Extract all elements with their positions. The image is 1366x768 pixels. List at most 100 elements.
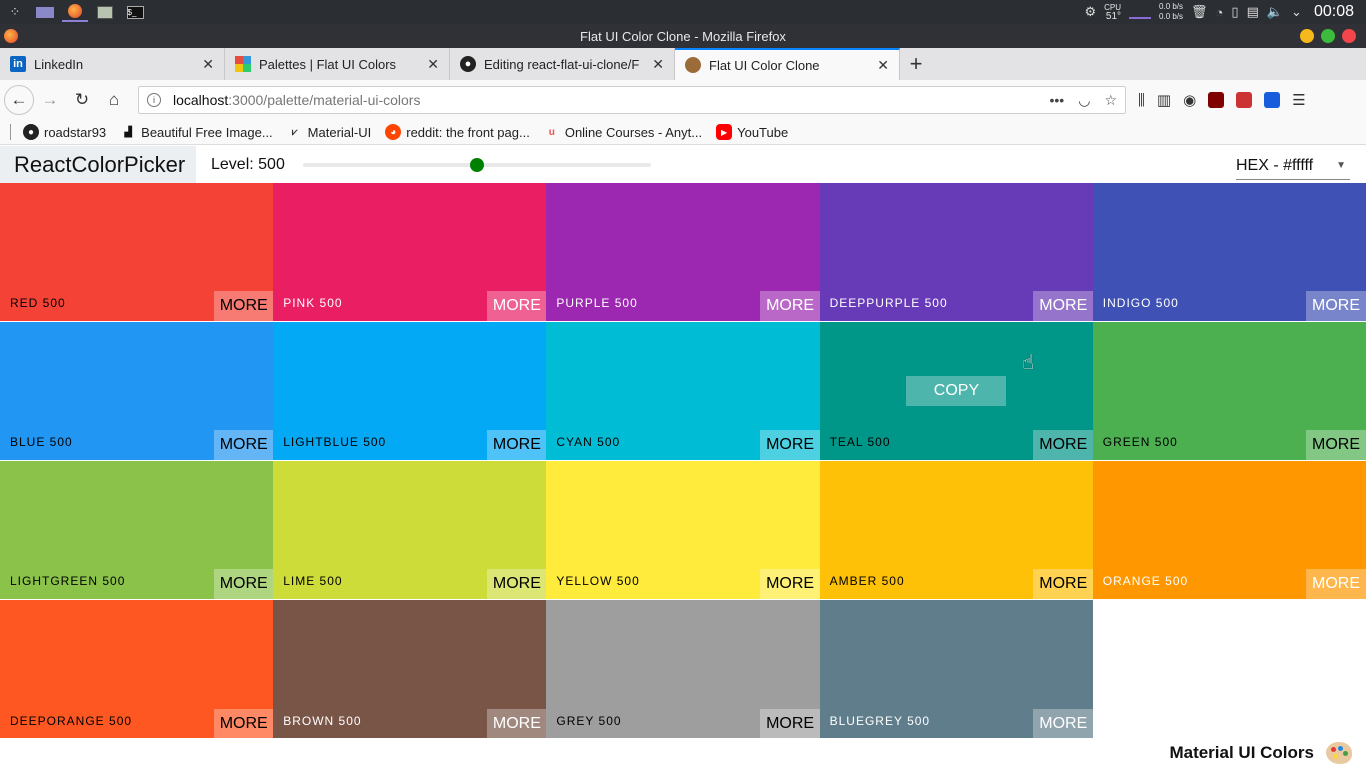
bookmark-label: YouTube (737, 124, 789, 140)
color-box[interactable]: GREY 500 MORE (546, 600, 821, 739)
chevron-down-icon[interactable]: ⌄ (1291, 4, 1302, 20)
maximize-button[interactable] (1321, 29, 1335, 43)
more-button[interactable]: MORE (760, 709, 821, 739)
format-select[interactable]: HEX - #fffff ▼ (1236, 152, 1350, 180)
workspace-icon[interactable] (32, 2, 58, 22)
menu-icon[interactable]: ☰ (1292, 91, 1305, 109)
copy-button[interactable]: COPY (906, 376, 1007, 406)
color-box[interactable]: DEEPPURPLE 500 MORE (819, 183, 1094, 321)
forward-button[interactable]: → (34, 84, 66, 116)
close-icon[interactable]: ✕ (427, 56, 439, 73)
more-button[interactable]: MORE (1033, 430, 1094, 460)
more-button[interactable]: MORE (486, 430, 547, 460)
net-up: 0.0 b/s (1159, 12, 1184, 21)
reload-button[interactable]: ↻ (66, 84, 98, 116)
color-box[interactable]: INDIGO 500 MORE (1092, 183, 1366, 321)
bookmarks-separator (10, 124, 11, 140)
more-button[interactable]: MORE (213, 430, 274, 460)
home-button[interactable]: ⌂ (98, 84, 130, 116)
navigation-toolbar: ← → ↻ ⌂ i localhost:3000/palette/materia… (0, 80, 1366, 120)
more-button[interactable]: MORE (1305, 291, 1366, 321)
tab-flatui-palettes[interactable]: Palettes | Flat UI Colors ✕ (225, 48, 450, 80)
linkedin-icon: in (10, 56, 26, 72)
firefox-taskbar-icon[interactable] (62, 2, 88, 22)
sidebar-icon[interactable]: ▥ (1157, 91, 1171, 109)
more-button[interactable]: MORE (213, 569, 274, 599)
new-tab-button[interactable]: + (900, 48, 932, 80)
close-icon[interactable]: ✕ (877, 57, 889, 74)
close-icon[interactable]: ✕ (652, 56, 664, 73)
cpu-temp: 51° (1105, 11, 1122, 22)
trash-icon[interactable]: 🗑 (1191, 4, 1208, 20)
site-info-icon[interactable]: i (147, 93, 161, 107)
color-box[interactable]: RED 500 MORE (0, 183, 274, 321)
color-box[interactable]: YELLOW 500 MORE (546, 461, 821, 599)
tab-flat-ui-color-clone[interactable]: Flat UI Color Clone ✕ (675, 48, 900, 80)
more-button[interactable]: MORE (486, 291, 547, 321)
wifi-icon[interactable]: ◔ (1216, 5, 1224, 20)
bitwarden-icon[interactable] (1264, 92, 1281, 108)
more-button[interactable]: MORE (760, 430, 821, 460)
bookmark-material-ui[interactable]: ⩗ Material-UI (287, 124, 371, 140)
more-button[interactable]: MORE (486, 709, 547, 739)
color-box[interactable]: DEEPORANGE 500 MORE (0, 600, 274, 739)
color-box[interactable]: ORANGE 500 MORE (1092, 461, 1366, 599)
ublock-icon[interactable] (1208, 92, 1225, 108)
color-box[interactable]: PURPLE 500 MORE (546, 183, 821, 321)
more-button[interactable]: MORE (1305, 430, 1366, 460)
color-box[interactable]: BROWN 500 MORE (273, 600, 547, 739)
color-box[interactable]: BLUE 500 MORE (0, 322, 274, 460)
level-slider[interactable] (302, 157, 651, 172)
library-icon[interactable]: ⫼ (1138, 92, 1145, 109)
bookmarks-toolbar: ● roadstar93 ▟ Beautiful Free Image... ⩗ Ma… (0, 120, 1366, 145)
color-box[interactable]: LIME 500 MORE (273, 461, 547, 599)
page-actions-icon[interactable]: ••• (1050, 92, 1065, 109)
tab-linkedin[interactable]: in LinkedIn ✕ (0, 48, 225, 80)
app-menu-icon[interactable]: ⁘ (2, 2, 28, 22)
bookmark-youtube[interactable]: ▶ YouTube (716, 124, 788, 140)
pocket-icon[interactable]: ◡ (1078, 92, 1090, 109)
color-palette: RED 500 MORE PINK 500 MORE PURPLE 500 MORE DEE… (0, 183, 1366, 739)
clock[interactable]: 00:08 (1314, 3, 1354, 21)
color-box[interactable]: GREEN 500 MORE (1092, 322, 1366, 460)
volume-icon[interactable]: 🔈 (1267, 4, 1283, 20)
tab-github-editing[interactable]: ● Editing react-flat-ui-clone/F ✕ (450, 48, 675, 80)
more-button[interactable]: MORE (1033, 569, 1094, 599)
palette-name: Material UI Colors (1169, 743, 1314, 762)
color-box[interactable]: LIGHTBLUE 500 MORE (273, 322, 547, 460)
more-button[interactable]: MORE (486, 569, 547, 599)
slider-thumb[interactable] (469, 157, 484, 172)
terminal-icon[interactable]: $_ (122, 2, 148, 22)
extension-icon[interactable] (1236, 92, 1253, 108)
bookmark-udemy[interactable]: u Online Courses - Anyt... (544, 124, 702, 140)
color-box[interactable]: BLUEGREY 500 MORE (819, 600, 1094, 739)
window-titlebar: Flat UI Color Clone - Mozilla Firefox (0, 24, 1366, 48)
app-logo[interactable]: ReactColorPicker (0, 146, 196, 183)
bookmark-roadstar93[interactable]: ● roadstar93 (23, 124, 106, 140)
account-icon[interactable]: ◉ (1183, 91, 1196, 109)
file-manager-icon[interactable] (92, 2, 118, 22)
color-box[interactable]: PINK 500 MORE (273, 183, 547, 321)
bookmark-star-icon[interactable]: ☆ (1104, 92, 1117, 109)
back-button[interactable]: ← (4, 85, 34, 115)
color-box[interactable]: AMBER 500 MORE (819, 461, 1094, 599)
more-button[interactable]: MORE (1033, 709, 1094, 739)
more-button[interactable]: MORE (1033, 291, 1094, 321)
url-bar[interactable]: i localhost:3000/palette/material-ui-col… (138, 86, 1126, 114)
more-button[interactable]: MORE (213, 291, 274, 321)
more-button[interactable]: MORE (1305, 569, 1366, 599)
color-box[interactable]: LIGHTGREEN 500 MORE (0, 461, 274, 599)
bookmark-unsplash[interactable]: ▟ Beautiful Free Image... (120, 124, 272, 140)
minimize-button[interactable] (1300, 29, 1314, 43)
bookmark-reddit[interactable]: ◕ reddit: the front pag... (385, 124, 530, 140)
tab-label: Palettes | Flat UI Colors (259, 56, 397, 72)
clipboard-icon[interactable]: ▤ (1247, 4, 1259, 20)
close-window-button[interactable] (1342, 29, 1356, 43)
more-button[interactable]: MORE (760, 569, 821, 599)
close-icon[interactable]: ✕ (202, 56, 214, 73)
color-box[interactable]: TEAL 500 MORE COPY (819, 322, 1094, 460)
battery-icon[interactable]: ▯ (1231, 4, 1238, 20)
color-box[interactable]: CYAN 500 MORE (546, 322, 821, 460)
more-button[interactable]: MORE (760, 291, 821, 321)
more-button[interactable]: MORE (213, 709, 274, 739)
